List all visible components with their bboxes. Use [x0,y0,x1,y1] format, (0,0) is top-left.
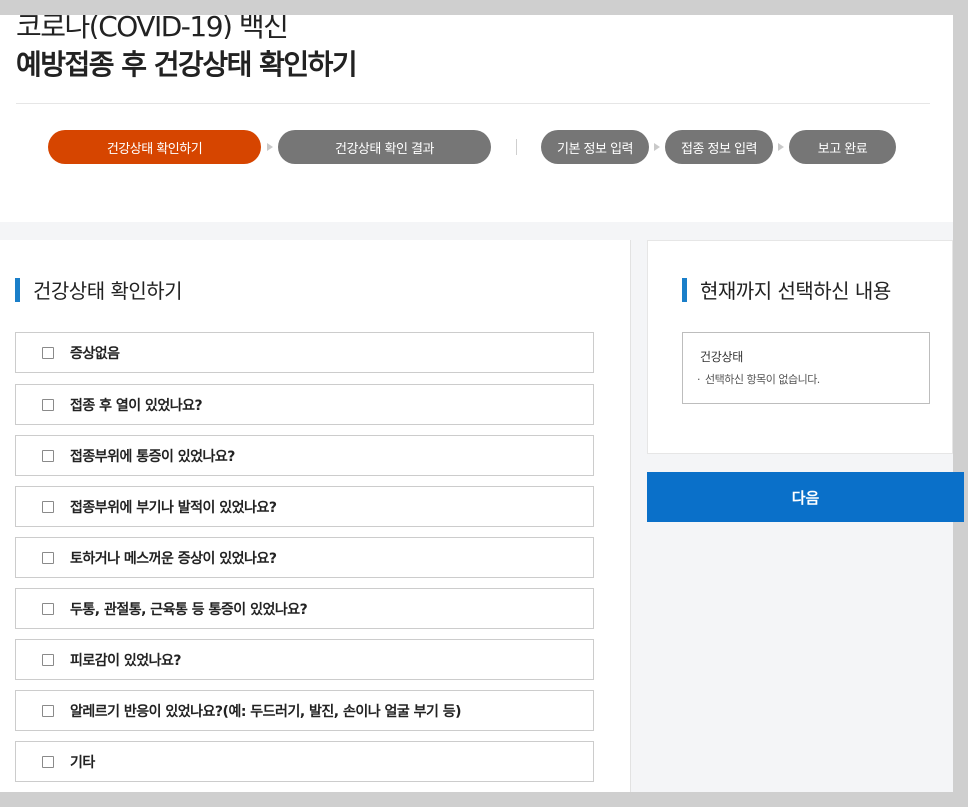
step-arrow-icon [654,143,660,151]
option-no-symptoms[interactable]: 증상없음 [15,332,594,373]
page-title: 예방접종 후 건강상태 확인하기 [16,48,358,81]
step-separator [516,139,517,155]
step-health-check-result: 건강상태 확인 결과 [278,130,491,164]
step-health-check: 건강상태 확인하기 [48,130,261,164]
section-title-text: 현재까지 선택하신 내용 [700,279,891,303]
option-fever[interactable]: 접종 후 열이 있었나요? [15,384,594,425]
checkbox[interactable] [42,398,54,411]
section-accent-bar [15,277,20,302]
option-label: 토하거나 메스꺼운 증상이 있었나요? [70,550,277,567]
option-label: 접종부위에 통증이 있었나요? [70,448,235,465]
option-label: 피로감이 있었나요? [70,652,182,669]
checkbox[interactable] [42,551,54,564]
checkbox[interactable] [42,500,54,513]
selection-summary-title: 현재까지 선택하신 내용 [682,275,891,304]
summary-empty-message: · 선택하신 항목이 없습니다. [697,371,820,387]
step-arrow-icon [778,143,784,151]
checkbox[interactable] [42,346,54,359]
option-nausea[interactable]: 토하거나 메스꺼운 증상이 있었나요? [15,537,594,578]
step-vaccination-info: 접종 정보 입력 [665,130,773,164]
option-label: 증상없음 [70,345,120,362]
checkbox[interactable] [42,449,54,462]
next-button[interactable]: 다음 [647,472,964,522]
option-label: 접종부위에 부기나 발적이 있었나요? [70,499,277,516]
step-report-complete: 보고 완료 [789,130,896,164]
option-other[interactable]: 기타 [15,741,594,782]
section-accent-bar [682,277,687,302]
page-header: 코로나(COVID-19) 백신 예방접종 후 건강상태 확인하기 [0,15,953,222]
option-label: 접종 후 열이 있었나요? [70,397,203,414]
checkbox[interactable] [42,755,54,768]
divider [16,103,930,104]
summary-empty-text: 선택하신 항목이 없습니다. [705,373,820,386]
option-pain[interactable]: 두통, 관절통, 근육통 등 통증이 있었나요? [15,588,594,629]
option-fatigue[interactable]: 피로감이 있었나요? [15,639,594,680]
step-basic-info: 기본 정보 입력 [541,130,649,164]
option-label: 두통, 관절통, 근육통 등 통증이 있었나요? [70,601,308,618]
summary-heading: 건강상태 [700,350,743,364]
selection-summary-box: 건강상태 · 선택하신 항목이 없습니다. [682,332,930,404]
section-title-text: 건강상태 확인하기 [33,279,183,303]
step-arrow-icon [267,143,273,151]
page-title-top: 코로나(COVID-19) 백신 [16,15,288,39]
health-check-section-title: 건강상태 확인하기 [15,275,183,304]
checkbox[interactable] [42,704,54,717]
option-injection-site-pain[interactable]: 접종부위에 통증이 있었나요? [15,435,594,476]
checkbox[interactable] [42,602,54,615]
checkbox[interactable] [42,653,54,666]
option-allergic-reaction[interactable]: 알레르기 반응이 있었나요?(예: 두드러기, 발진, 손이나 얼굴 부기 등) [15,690,594,731]
option-injection-site-swelling[interactable]: 접종부위에 부기나 발적이 있었나요? [15,486,594,527]
option-label: 알레르기 반응이 있었나요?(예: 두드러기, 발진, 손이나 얼굴 부기 등) [70,703,462,720]
option-label: 기타 [70,754,95,771]
bullet-icon: · [697,373,701,386]
